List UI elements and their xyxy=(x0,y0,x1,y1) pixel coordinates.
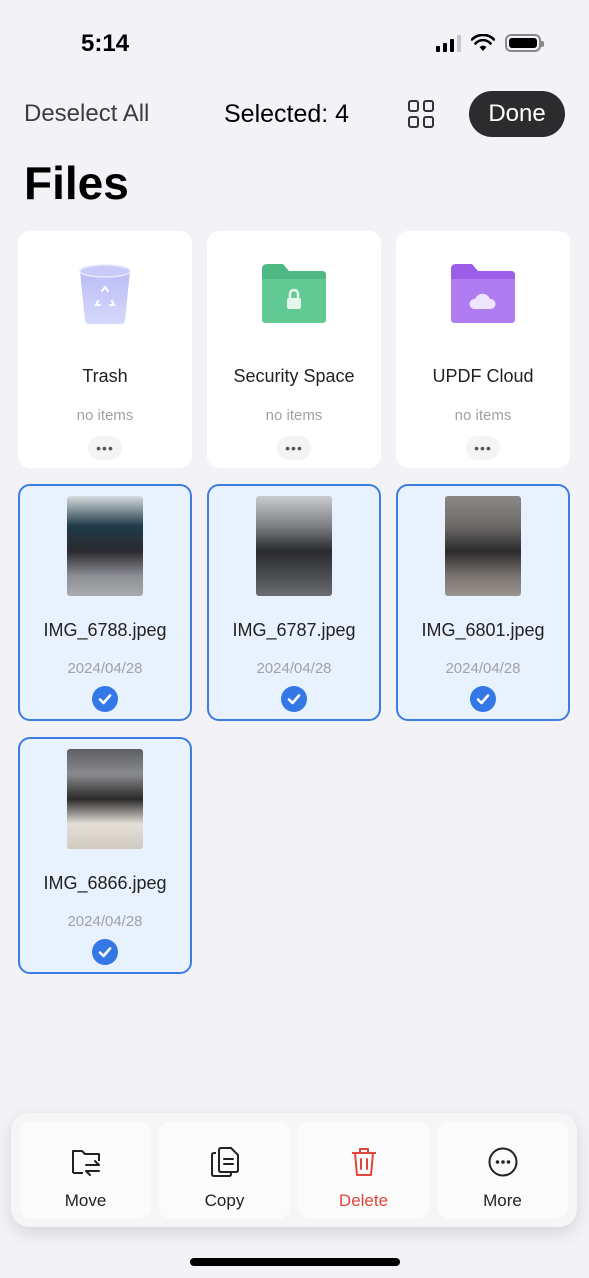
copy-icon xyxy=(210,1147,239,1177)
grid-view-icon[interactable] xyxy=(408,100,436,128)
move-button[interactable]: Move xyxy=(20,1121,151,1219)
file-date: 2024/04/28 xyxy=(256,660,332,677)
checkmark-icon[interactable] xyxy=(281,686,307,712)
image-thumbnail xyxy=(256,496,332,596)
folder-name: Security Space xyxy=(233,366,355,386)
file-name: IMG_6787.jpeg xyxy=(232,620,356,640)
folder-card-trash[interactable]: Trash no items ••• xyxy=(18,231,192,468)
selection-toolbar: Deselect All Selected: 4 Done xyxy=(0,90,589,138)
action-label: Move xyxy=(64,1191,107,1210)
wifi-icon xyxy=(471,34,495,51)
image-thumbnail xyxy=(67,749,143,849)
trash-icon xyxy=(79,264,131,324)
status-icons xyxy=(436,34,544,52)
status-bar: 5:14 xyxy=(0,0,589,80)
more-button[interactable]: More xyxy=(437,1121,568,1219)
file-card[interactable]: IMG_6866.jpeg 2024/04/28 xyxy=(18,737,192,974)
checkmark-icon[interactable] xyxy=(92,686,118,712)
file-date: 2024/04/28 xyxy=(67,660,143,677)
action-label: Copy xyxy=(204,1191,245,1210)
lock-folder-icon xyxy=(262,264,326,323)
image-thumbnail xyxy=(67,496,143,596)
bottom-action-bar: Move Copy Delete More xyxy=(11,1113,577,1227)
page-title: Files xyxy=(24,157,129,209)
file-name: IMG_6801.jpeg xyxy=(421,620,545,640)
cellular-signal-icon xyxy=(436,34,461,52)
file-date: 2024/04/28 xyxy=(445,660,521,677)
folder-count: no items xyxy=(265,407,323,424)
trash-icon xyxy=(351,1148,376,1176)
folder-more-button[interactable]: ••• xyxy=(277,436,311,460)
action-label: More xyxy=(483,1191,522,1210)
folder-count: no items xyxy=(76,407,134,424)
files-grid: Trash no items ••• Security Space no ite… xyxy=(18,231,571,974)
deselect-all-button[interactable]: Deselect All xyxy=(24,100,149,128)
folder-count: no items xyxy=(454,407,512,424)
folder-more-button[interactable]: ••• xyxy=(466,436,500,460)
file-name: IMG_6866.jpeg xyxy=(43,873,167,893)
checkmark-icon[interactable] xyxy=(92,939,118,965)
file-card[interactable]: IMG_6788.jpeg 2024/04/28 xyxy=(18,484,192,721)
file-name: IMG_6788.jpeg xyxy=(43,620,167,640)
more-icon xyxy=(488,1147,517,1177)
checkmark-icon[interactable] xyxy=(470,686,496,712)
home-indicator xyxy=(190,1258,400,1266)
action-label: Delete xyxy=(338,1191,389,1210)
folder-card-security-space[interactable]: Security Space no items ••• xyxy=(207,231,381,468)
file-card[interactable]: IMG_6801.jpeg 2024/04/28 xyxy=(396,484,570,721)
done-button[interactable]: Done xyxy=(469,91,565,137)
folder-name: Trash xyxy=(82,366,128,386)
folder-name: UPDF Cloud xyxy=(432,366,534,386)
image-thumbnail xyxy=(445,496,521,596)
file-date: 2024/04/28 xyxy=(67,913,143,930)
battery-icon xyxy=(505,34,544,52)
delete-button[interactable]: Delete xyxy=(298,1121,429,1219)
folder-more-button[interactable]: ••• xyxy=(88,436,122,460)
cloud-folder-icon xyxy=(451,264,515,323)
move-folder-icon xyxy=(71,1150,100,1176)
selected-count: Selected: 4 xyxy=(224,100,350,128)
status-time: 5:14 xyxy=(81,30,130,57)
copy-button[interactable]: Copy xyxy=(159,1121,290,1219)
file-card[interactable]: IMG_6787.jpeg 2024/04/28 xyxy=(207,484,381,721)
folder-card-updf-cloud[interactable]: UPDF Cloud no items ••• xyxy=(396,231,570,468)
